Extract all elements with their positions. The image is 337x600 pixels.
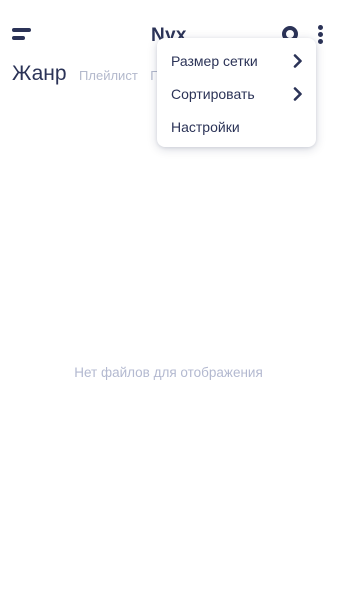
more-vertical-icon[interactable]: [316, 24, 326, 46]
hamburger-menu-icon[interactable]: [12, 27, 32, 43]
menu-item-label: Настройки: [171, 119, 240, 135]
chevron-right-icon: [293, 54, 303, 68]
category-tabs: Жанр Плейлист П: [12, 62, 160, 86]
tab-genre[interactable]: Жанр: [12, 62, 67, 86]
more-dot: [318, 39, 323, 44]
tab-playlist[interactable]: Плейлист: [79, 68, 138, 83]
more-dot: [318, 32, 323, 37]
more-dot: [318, 25, 323, 30]
menu-item-label: Сортировать: [171, 86, 255, 102]
menu-item-label: Размер сетки: [171, 53, 258, 69]
empty-state-message: Нет файлов для отображения: [74, 365, 263, 380]
menu-item-settings[interactable]: Настройки: [157, 110, 316, 143]
menu-bar-top: [12, 28, 31, 32]
overflow-menu: Размер сетки Сортировать Настройки: [157, 38, 316, 147]
menu-item-grid-size[interactable]: Размер сетки: [157, 44, 316, 77]
chevron-right-icon: [293, 87, 303, 101]
menu-item-sort[interactable]: Сортировать: [157, 77, 316, 110]
menu-bar-bottom: [12, 36, 25, 40]
